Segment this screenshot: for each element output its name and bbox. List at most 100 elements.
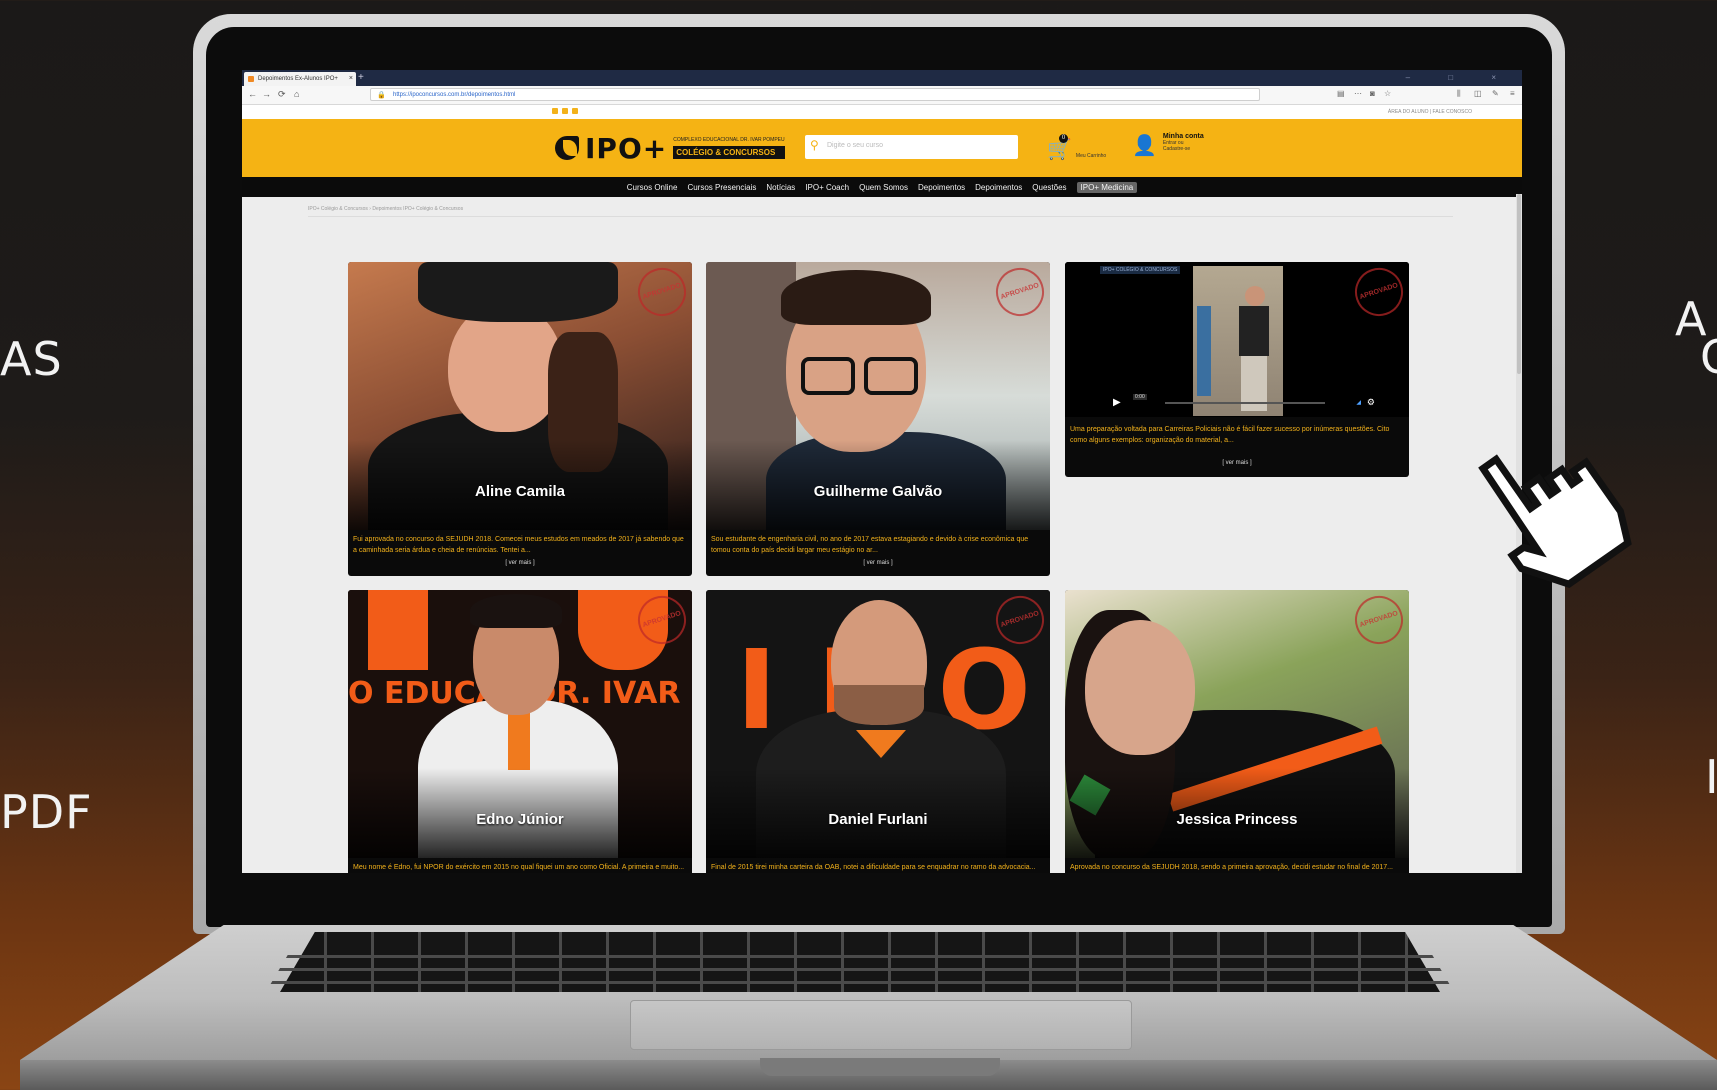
cart-icon: 🛒 0 xyxy=(1047,134,1072,161)
account-title: Minha conta xyxy=(1162,133,1204,140)
student-name: Jessica Princess xyxy=(1176,811,1298,828)
testimonial-card-video[interactable]: IPO+ COLÉGIO & CONCURSOS APROVADO ▶ 0:00… xyxy=(1065,262,1409,477)
tab-close-icon[interactable]: × xyxy=(349,72,353,86)
graduation-cap xyxy=(418,262,618,322)
hand-cursor-icon xyxy=(1478,454,1632,589)
menu-icon[interactable]: ≡ xyxy=(1510,89,1515,98)
video-controls: ▶ 0:00 ◢ ⚙ xyxy=(1105,394,1375,408)
video-player[interactable]: IPO+ COLÉGIO & CONCURSOS APROVADO ▶ 0:00… xyxy=(1065,262,1409,417)
testimonial-card[interactable]: APROVADO Aline Camila Fui aprovada no co… xyxy=(348,262,692,576)
breadcrumb-divider xyxy=(308,216,1453,217)
tab-title: Depoimentos Ex-Alunos IPO+ xyxy=(258,76,338,82)
reader-icon[interactable]: ▤ xyxy=(1337,89,1345,98)
instagram-icon[interactable] xyxy=(572,108,578,114)
menu-item-quem-somos[interactable]: Quem Somos xyxy=(859,183,908,192)
testimonial-excerpt: Fui aprovada no concurso da SEJUDH 2018.… xyxy=(353,536,684,554)
side-text-as: AS xyxy=(0,332,63,386)
read-more-link[interactable]: [ ver mais ] xyxy=(706,560,1050,566)
logo-badge: COLÉGIO & CONCURSOS xyxy=(673,146,785,159)
testimonial-excerpt: Meu nome é Edno, fui NPOR do exército em… xyxy=(353,864,685,871)
breadcrumb[interactable]: IPO+ Colégio & Concursos › Depoimentos I… xyxy=(308,206,463,212)
url-input[interactable]: 🔒 https://ipoconcursos.com.br/depoimento… xyxy=(370,88,1260,101)
user-icon: 👤 xyxy=(1132,135,1157,157)
youtube-icon[interactable] xyxy=(562,108,568,114)
video-frame xyxy=(1193,266,1283,416)
bookmark-star-icon[interactable]: ☆ xyxy=(1384,89,1391,98)
lock-icon: 🔒 xyxy=(377,92,386,99)
url-text: https://ipoconcursos.com.br/depoimentos.… xyxy=(393,92,516,98)
video-time: 0:00 xyxy=(1133,394,1147,400)
approved-stamp: APROVADO xyxy=(989,262,1050,323)
menu-item-depoimentos-2[interactable]: Depoimentos xyxy=(975,183,1022,192)
testimonial-card[interactable]: IPO APROVADO Daniel Furlani Final de 201… xyxy=(706,590,1050,873)
testimonial-card[interactable]: O EDUCAC DR. IVAR PO APROVADO Edno Júnio… xyxy=(348,590,692,873)
new-tab-button[interactable]: + xyxy=(358,70,364,86)
testimonial-excerpt: Sou estudante de engenharia civil, no an… xyxy=(711,536,1029,554)
top-links[interactable]: ÁREA DO ALUNO | FALE CONOSCO xyxy=(1388,109,1472,115)
cart-button[interactable]: 🛒 0 Meu Carrinho xyxy=(1047,134,1107,162)
sidebar-icon[interactable]: ◫ xyxy=(1474,89,1482,98)
glasses-left xyxy=(801,357,855,395)
student-name: Guilherme Galvão xyxy=(813,483,943,500)
back-icon[interactable]: ← xyxy=(248,89,257,99)
student-name: Daniel Furlani xyxy=(828,811,928,828)
menu-item-medicina[interactable]: IPO+ Medicina xyxy=(1076,181,1138,193)
hair xyxy=(781,270,931,325)
student-name: Aline Camila xyxy=(474,483,566,500)
browser-tab[interactable]: Depoimentos Ex-Alunos IPO+ × xyxy=(244,72,356,86)
menu-item-questoes[interactable]: Questões xyxy=(1032,183,1066,192)
scrollbar-thumb[interactable] xyxy=(1517,194,1521,374)
site-top-strip: ÁREA DO ALUNO | FALE CONOSCO xyxy=(242,105,1522,119)
menu-item-coach[interactable]: IPO+ Coach xyxy=(805,183,849,192)
library-icon[interactable]: ⫼ xyxy=(1457,89,1461,99)
video-progress-bar[interactable] xyxy=(1165,402,1325,404)
approved-stamp: APROVADO xyxy=(1348,590,1409,651)
favicon-icon xyxy=(248,76,254,82)
browser-toolbar: ← → ⟳ ⌂ 🔒 https://ipoconcursos.com.br/de… xyxy=(242,86,1522,105)
beard xyxy=(834,685,924,725)
shirt-stripe xyxy=(508,710,530,770)
menu-item-noticias[interactable]: Notícias xyxy=(766,183,795,192)
menu-item-cursos-presenciais[interactable]: Cursos Presenciais xyxy=(687,183,756,192)
home-icon[interactable]: ⌂ xyxy=(294,89,299,99)
approved-stamp: APROVADO xyxy=(1348,262,1409,323)
side-text-pdf: PDF xyxy=(0,785,93,839)
video-channel-tag: IPO+ COLÉGIO & CONCURSOS xyxy=(1100,266,1181,274)
glasses-right xyxy=(864,357,918,395)
student-name: Edno Júnior xyxy=(476,811,564,828)
site-header: IPO+ COMPLEXO EDUCACIONAL DR. IVAR POMPE… xyxy=(242,119,1522,177)
menu-item-depoimentos[interactable]: Depoimentos xyxy=(918,183,965,192)
testimonial-excerpt: Uma preparação voltada para Carreiras Po… xyxy=(1070,426,1390,444)
read-more-link[interactable]: [ ver mais ] xyxy=(1065,460,1409,466)
play-icon[interactable]: ▶ xyxy=(1113,397,1121,408)
logo-text: IPO+ xyxy=(585,131,668,165)
logo-subtitle: COMPLEXO EDUCACIONAL DR. IVAR POMPEU xyxy=(673,137,785,143)
testimonial-excerpt: Final de 2015 tirei minha carteira da OA… xyxy=(711,864,1036,871)
testimonial-card[interactable]: APROVADO Jessica Princess Aprovada no co… xyxy=(1065,590,1409,873)
settings-gear-icon[interactable]: ⚙ xyxy=(1367,397,1375,408)
read-more-link[interactable]: [ ver mais ] xyxy=(348,560,692,566)
extension-icon[interactable]: ✎ xyxy=(1492,89,1499,98)
search-placeholder: Digite o seu curso xyxy=(827,142,884,149)
reload-icon[interactable]: ⟳ xyxy=(278,89,286,100)
more-icon[interactable]: ⋯ xyxy=(1354,89,1362,98)
cart-count-badge: 0 xyxy=(1059,134,1068,143)
pocket-icon[interactable]: ◙ xyxy=(1370,89,1375,98)
volume-icon[interactable]: ◢ xyxy=(1356,399,1361,406)
eagle-logo-icon xyxy=(555,136,579,160)
cart-label: Meu Carrinho xyxy=(1075,152,1107,159)
facebook-icon[interactable] xyxy=(552,108,558,114)
account-signup-link[interactable]: Cadastre-se xyxy=(1163,146,1204,152)
menu-item-cursos-online[interactable]: Cursos Online xyxy=(627,183,678,192)
laptop-keyboard-rows xyxy=(270,945,1450,985)
account-button[interactable]: 👤 Minha conta Entrar ou Cadastre-se xyxy=(1132,133,1204,158)
window-controls[interactable]: – □ × xyxy=(1406,70,1514,86)
forward-icon[interactable]: → xyxy=(262,89,271,99)
laptop-notch xyxy=(760,1058,1000,1076)
search-input[interactable]: ⚲ Digite o seu curso xyxy=(805,135,1018,159)
hair xyxy=(470,594,562,628)
site-logo[interactable]: IPO+ COMPLEXO EDUCACIONAL DR. IVAR POMPE… xyxy=(555,131,785,165)
approved-stamp: APROVADO xyxy=(631,262,692,323)
side-text-right-top-2: C xyxy=(1700,330,1717,384)
testimonial-card[interactable]: APROVADO Guilherme Galvão Sou estudante … xyxy=(706,262,1050,576)
